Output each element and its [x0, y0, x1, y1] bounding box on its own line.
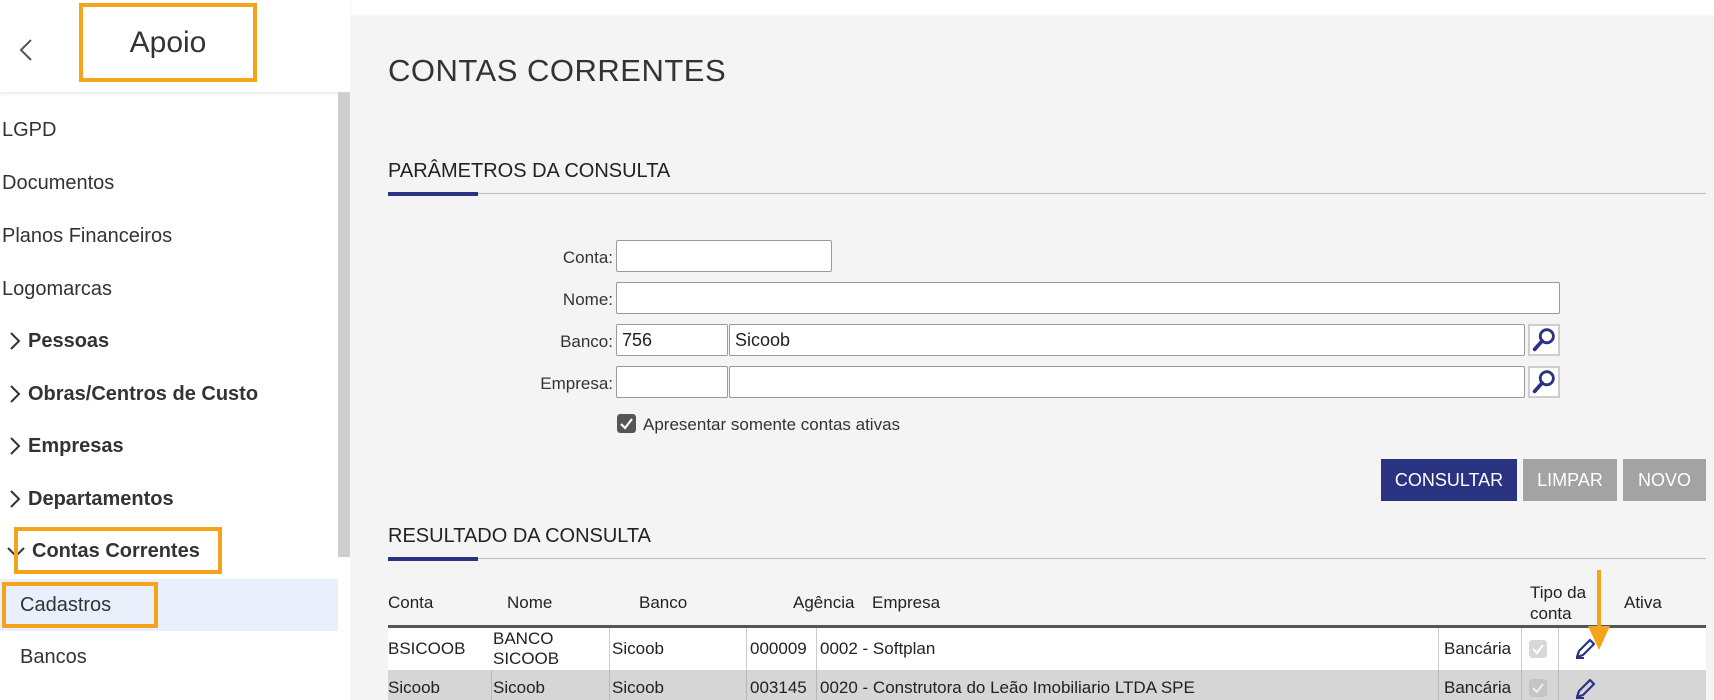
sidebar: Apoio LGPD Documentos Planos Financeiros…	[0, 0, 350, 700]
limpar-button[interactable]: LIMPAR	[1523, 459, 1617, 501]
col-header-nome[interactable]: Nome	[507, 593, 552, 613]
divider	[388, 193, 1706, 194]
cell-nome: Sicoob	[493, 677, 545, 697]
cell-tipo: Bancária	[1444, 639, 1512, 658]
column-divider	[816, 628, 817, 670]
empresa-name-input[interactable]	[729, 366, 1525, 398]
cell-empresa: 0002 - Softplan	[820, 639, 936, 658]
column-divider	[1558, 628, 1559, 670]
search-icon[interactable]	[1528, 324, 1560, 356]
col-header-conta[interactable]: Conta	[388, 593, 433, 613]
ativa-checkbox	[1529, 679, 1547, 697]
sidebar-item-label: Planos Financeiros	[2, 224, 173, 247]
cell-empresa: 0020 - Construtora do Leão Imobiliario L…	[820, 677, 1195, 697]
search-icon[interactable]	[1528, 366, 1560, 398]
column-divider	[746, 628, 747, 670]
nome-label: Nome:	[562, 290, 613, 309]
col-header-banco[interactable]: Banco	[639, 593, 687, 613]
conta-label: Conta:	[562, 248, 613, 267]
sidebar-item-label: Pessoas	[28, 329, 110, 352]
sidebar-item-logomarcas[interactable]: Logomarcas	[0, 263, 338, 315]
section-accent	[388, 557, 478, 561]
chevron-right-icon	[10, 385, 21, 403]
sidebar-item-label: Empresas	[28, 434, 124, 457]
cell-banco: Sicoob	[612, 677, 664, 697]
col-header-agencia[interactable]: Agência	[793, 593, 854, 613]
cell-conta: BSICOOB	[388, 639, 466, 658]
table-row[interactable]: BSICOOB BANCO SICOOB Sicoob 000009 0002 …	[388, 628, 1706, 670]
banco-code-input[interactable]: 756	[616, 324, 728, 356]
column-divider	[1438, 670, 1439, 700]
column-divider	[491, 670, 492, 700]
column-divider	[1521, 628, 1522, 670]
active-only-label: Apresentar somente contas ativas	[643, 415, 901, 434]
column-divider	[816, 670, 817, 700]
cell-tipo: Bancária	[1444, 677, 1512, 697]
column-divider	[1558, 670, 1559, 700]
chevron-right-icon	[10, 332, 21, 350]
novo-button[interactable]: NOVO	[1623, 459, 1706, 501]
column-divider	[609, 670, 610, 700]
sidebar-item-empresas[interactable]: Empresas	[0, 420, 338, 472]
cell-agencia: 000009	[750, 639, 807, 658]
divider	[388, 558, 1706, 559]
sidebar-item-obras[interactable]: Obras/Centros de Custo	[0, 368, 338, 420]
sidebar-item-documentos[interactable]: Documentos	[0, 157, 338, 209]
highlight-box	[2, 582, 158, 628]
cell-nome: BANCO SICOOB	[493, 629, 560, 668]
results-section-title: RESULTADO DA CONSULTA	[388, 525, 652, 547]
nome-input[interactable]	[616, 282, 1560, 314]
main-content: CONTAS CORRENTES PARÂMETROS DA CONSULTA …	[350, 15, 1714, 700]
column-divider	[746, 670, 747, 700]
table-row[interactable]: Sicoob Sicoob Sicoob 003145 0020 - Const…	[388, 670, 1706, 700]
edit-pencil-icon[interactable]	[1572, 676, 1598, 700]
consultar-button[interactable]: CONSULTAR	[1381, 459, 1517, 501]
sidebar-item-departamentos[interactable]: Departamentos	[0, 473, 338, 525]
sidebar-item-label: Departamentos	[28, 487, 174, 510]
active-only-checkbox[interactable]	[617, 414, 636, 433]
sidebar-item-bancos[interactable]: Bancos	[0, 631, 338, 683]
column-divider	[1521, 670, 1522, 700]
sidebar-item-planos-financeiros[interactable]: Planos Financeiros	[0, 210, 338, 262]
ativa-checkbox	[1529, 640, 1547, 658]
page-title: CONTAS CORRENTES	[388, 53, 727, 88]
cell-agencia: 003145	[750, 677, 807, 697]
sidebar-item-label: Obras/Centros de Custo	[28, 382, 259, 405]
params-section-title: PARÂMETROS DA CONSULTA	[388, 160, 671, 182]
sidebar-item-label: Logomarcas	[2, 277, 113, 300]
conta-input[interactable]	[616, 240, 832, 272]
empresa-label: Empresa:	[540, 374, 613, 393]
empresa-code-input[interactable]	[616, 366, 728, 398]
col-header-ativa[interactable]: Ativa	[1624, 593, 1662, 613]
sidebar-header: Apoio	[0, 0, 350, 92]
cell-conta: Sicoob	[388, 677, 440, 697]
chevron-left-icon[interactable]	[14, 36, 38, 64]
sidebar-scrollbar[interactable]	[338, 92, 350, 557]
section-accent	[388, 192, 478, 196]
column-divider	[609, 628, 610, 670]
sidebar-item-lgpd[interactable]: LGPD	[0, 104, 338, 156]
column-divider	[1438, 628, 1439, 670]
chevron-right-icon	[10, 490, 21, 508]
sidebar-item-label: LGPD	[2, 118, 57, 141]
chevron-right-icon	[10, 437, 21, 455]
sidebar-item-label: Documentos	[2, 171, 115, 194]
banco-label: Banco:	[560, 332, 613, 351]
highlight-box	[14, 527, 222, 574]
sidebar-item-label: Bancos	[20, 645, 87, 668]
col-header-empresa[interactable]: Empresa	[872, 593, 940, 613]
annotation-arrow-icon	[1588, 570, 1610, 650]
banco-name-input[interactable]: Sicoob	[729, 324, 1525, 356]
app-title: Apoio	[79, 3, 257, 82]
cell-banco: Sicoob	[612, 639, 664, 658]
sidebar-item-pessoas[interactable]: Pessoas	[0, 315, 338, 367]
